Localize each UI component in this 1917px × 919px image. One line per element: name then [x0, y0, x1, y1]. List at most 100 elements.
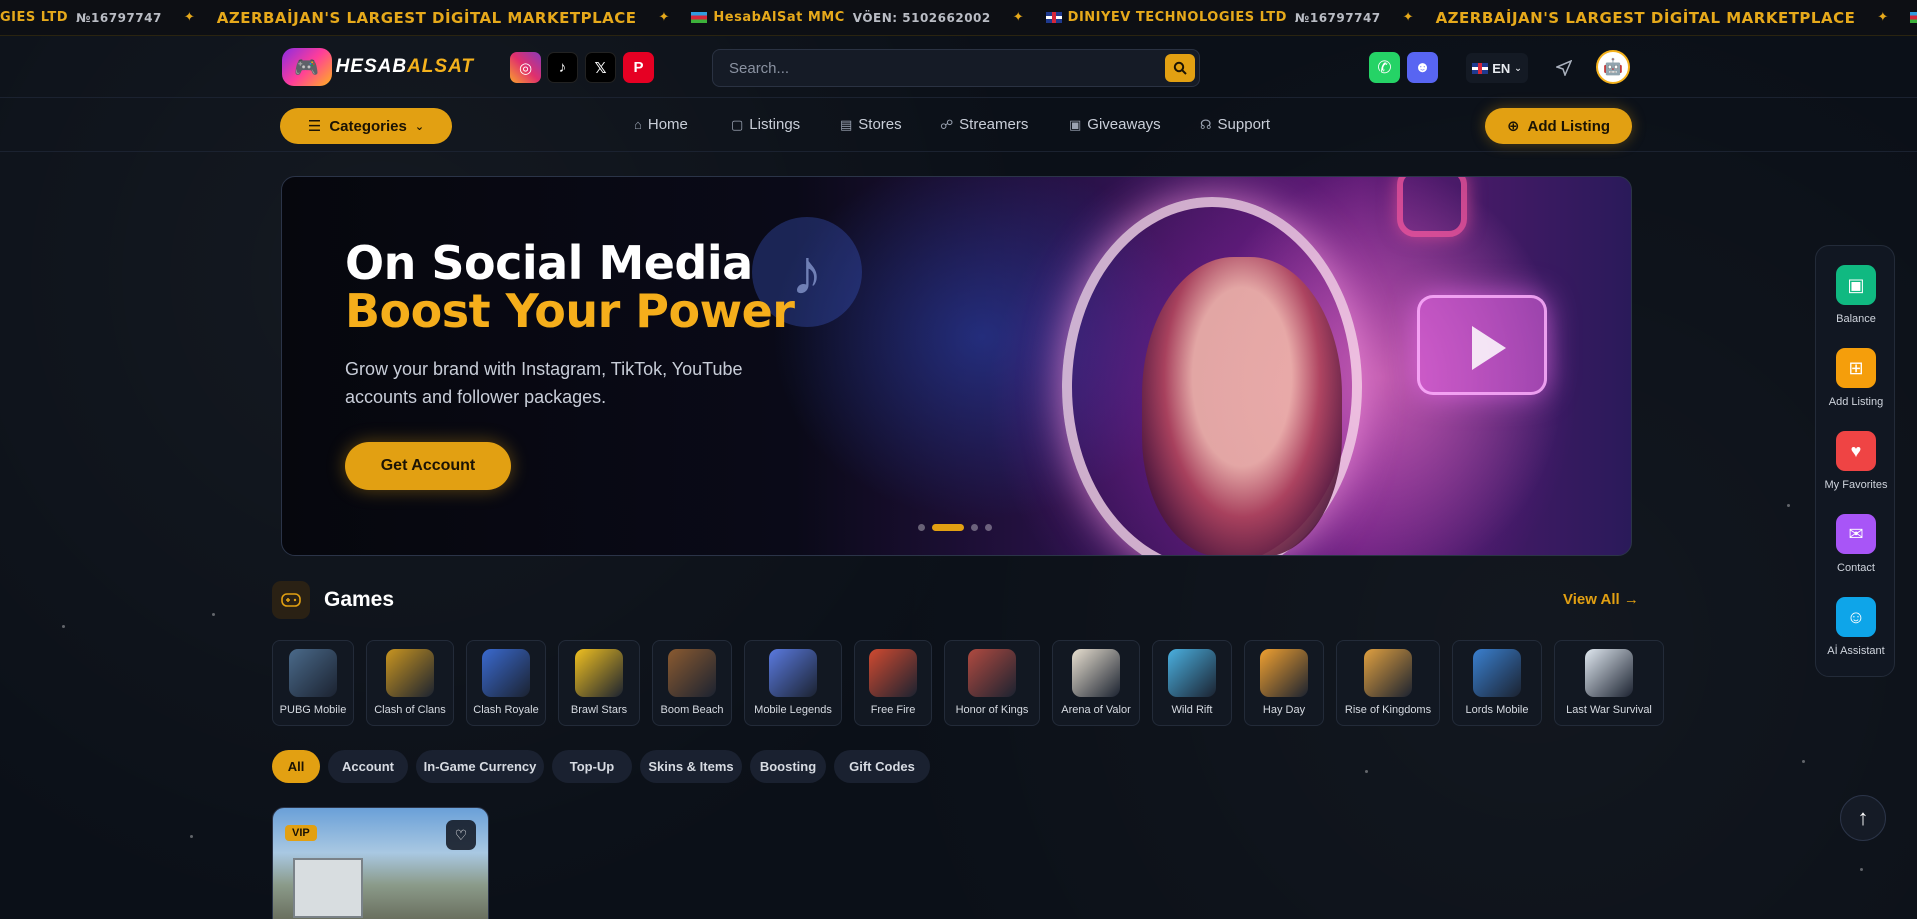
game-label: Last War Survival: [1566, 704, 1652, 716]
nav-listings[interactable]: ▢ Listings: [731, 116, 800, 133]
ai-assistant-button[interactable]: ☺ Aİ Assistant: [1816, 597, 1896, 657]
pinterest-icon[interactable]: P: [623, 52, 654, 83]
filter-chip[interactable]: Account: [328, 750, 408, 783]
discord-icon: ☻: [1414, 59, 1431, 76]
x-twitter-icon[interactable]: 𝕏: [585, 52, 616, 83]
ticker-text: GIES LTD: [0, 10, 69, 25]
game-label: Honor of Kings: [955, 704, 1029, 716]
add-listing-dock-button[interactable]: ⊞ Add Listing: [1816, 348, 1896, 408]
search-input[interactable]: [729, 58, 1149, 78]
nav-stores[interactable]: ▤ Stores: [840, 116, 902, 133]
menu-icon: ☰: [307, 118, 322, 135]
search-button[interactable]: [1165, 54, 1195, 82]
gamepad-logo-icon: 🎮: [282, 48, 332, 86]
announcement-ticker: GIES LTD №16797747 ✦ AZERBAİJAN'S LARGEST D…: [0, 0, 1917, 36]
ticker-registration-number: №16797747: [76, 10, 162, 25]
filter-chip[interactable]: Boosting: [750, 750, 826, 783]
game-tile[interactable]: Arena of Valor: [1052, 640, 1140, 726]
contact-button[interactable]: ✉ Contact: [1816, 514, 1896, 574]
dock-label: Contact: [1837, 562, 1875, 574]
main-nav: ☰ Categories ⌄ ⌂ Home ▢ Listings ▤ Stores ☍…: [0, 98, 1917, 152]
add-listing-button[interactable]: ⊕ Add Listing: [1485, 108, 1632, 144]
nav-support[interactable]: ☊ Support: [1200, 116, 1270, 133]
whatsapp-icon: ✆: [1377, 57, 1392, 77]
categories-button[interactable]: ☰ Categories ⌄: [280, 108, 452, 144]
youtube-play-decor-icon: [1417, 295, 1547, 395]
game-tile[interactable]: Hay Day: [1244, 640, 1324, 726]
ticker-item: AZERBAİJAN'S LARGEST DİGİTAL MARKETPLACE: [1436, 9, 1856, 27]
game-icon: [386, 649, 434, 697]
sparkle-icon: ✦: [658, 10, 670, 25]
filter-chip[interactable]: In-Game Currency: [416, 750, 544, 783]
site-header: 🎮 HESABALSAT ◎ ♪ 𝕏 P ✆ ☻ EN ⌄ 🤖: [0, 36, 1917, 98]
filter-chip[interactable]: Skins & Items: [640, 750, 742, 783]
dock-label: Aİ Assistant: [1827, 645, 1885, 657]
game-tile[interactable]: Lords Mobile: [1452, 640, 1542, 726]
uk-flag-icon: [1472, 62, 1489, 74]
ticker-item: GIES LTD №16797747: [0, 10, 162, 25]
game-tile[interactable]: Free Fire: [854, 640, 932, 726]
game-tile[interactable]: Brawl Stars: [558, 640, 640, 726]
carousel-dot[interactable]: [918, 524, 925, 531]
nav-giveaways[interactable]: ▣ Giveaways: [1069, 116, 1161, 133]
game-icon: [1585, 649, 1633, 697]
game-label: Clash Royale: [473, 704, 539, 716]
hero-banner[interactable]: ♪ On Social Media Boost Your Power Grow …: [281, 176, 1632, 556]
get-account-button[interactable]: Get Account: [345, 442, 511, 490]
game-label: Arena of Valor: [1061, 704, 1131, 716]
sparkle-icon: ✦: [1402, 10, 1414, 25]
site-logo[interactable]: 🎮 HESABALSAT: [282, 44, 474, 90]
language-selector[interactable]: EN ⌄: [1466, 53, 1528, 83]
game-tile[interactable]: Boom Beach: [652, 640, 732, 726]
logo-wordmark: HESABALSAT: [335, 56, 474, 77]
game-icon: [1072, 649, 1120, 697]
carousel-dot[interactable]: [971, 524, 978, 531]
nav-label: Support: [1217, 116, 1271, 133]
game-tile[interactable]: Rise of Kingdoms: [1336, 640, 1440, 726]
ticker-text: AZERBAİJAN'S LARGEST DİGİTAL MARKETPLACE: [216, 8, 637, 27]
ticker-item: HesabAlSat MMC VÖEN: 5102662002: [691, 10, 990, 25]
balance-button[interactable]: ▣ Balance: [1816, 265, 1896, 325]
nav-home[interactable]: ⌂ Home: [634, 116, 688, 133]
game-label: Hay Day: [1262, 704, 1306, 716]
send-button[interactable]: [1548, 52, 1579, 83]
azerbaijan-flag-icon: [691, 12, 708, 23]
discord-button[interactable]: ☻: [1407, 52, 1438, 83]
game-tile[interactable]: Clash Royale: [466, 640, 546, 726]
search-bar: [712, 49, 1200, 87]
scroll-to-top-button[interactable]: ↑: [1840, 795, 1886, 841]
carousel-dot[interactable]: [985, 524, 992, 531]
whatsapp-button[interactable]: ✆: [1369, 52, 1400, 83]
ticker-item: HesabAlSat MMC: [1910, 10, 1917, 25]
game-tile[interactable]: Last War Survival: [1554, 640, 1664, 726]
listing-card[interactable]: VIP ♡: [272, 807, 489, 919]
game-tile[interactable]: PUBG Mobile: [272, 640, 354, 726]
background-sparkle: [1802, 760, 1805, 763]
view-all-games-link[interactable]: View All →: [1563, 591, 1639, 608]
favorite-button[interactable]: ♡: [446, 820, 476, 850]
filter-chip[interactable]: Top-Up: [552, 750, 632, 783]
nav-streamers[interactable]: ☍ Streamers: [940, 116, 1028, 133]
game-icon: [668, 649, 716, 697]
my-favorites-button[interactable]: ♥ My Favorites: [1816, 431, 1896, 491]
game-tile[interactable]: Clash of Clans: [366, 640, 454, 726]
game-label: Rise of Kingdoms: [1344, 704, 1432, 716]
game-tile[interactable]: Honor of Kings: [944, 640, 1040, 726]
carousel-indicators: [918, 524, 992, 531]
tiktok-icon[interactable]: ♪: [547, 52, 578, 83]
quick-actions-dock: ▣ Balance ⊞ Add Listing ♥ My Favorites ✉ Contac…: [1815, 245, 1895, 677]
user-avatar[interactable]: 🤖: [1596, 50, 1630, 84]
filter-chip[interactable]: Gift Codes: [834, 750, 930, 783]
filter-chip[interactable]: All: [272, 750, 320, 783]
ticker-registration-number: VÖEN: 5102662002: [852, 10, 991, 25]
instagram-icon[interactable]: ◎: [510, 52, 541, 83]
add-listing-label: Add Listing: [1527, 117, 1611, 135]
games-section-title: Games: [324, 588, 395, 611]
game-tile[interactable]: Mobile Legends: [744, 640, 842, 726]
heart-icon: ♥: [1836, 431, 1876, 471]
dock-label: Balance: [1836, 313, 1876, 325]
carousel-dot[interactable]: [932, 524, 964, 531]
home-icon: ⌂: [634, 117, 642, 132]
ticker-registration-number: №16797747: [1294, 10, 1381, 25]
game-tile[interactable]: Wild Rift: [1152, 640, 1232, 726]
